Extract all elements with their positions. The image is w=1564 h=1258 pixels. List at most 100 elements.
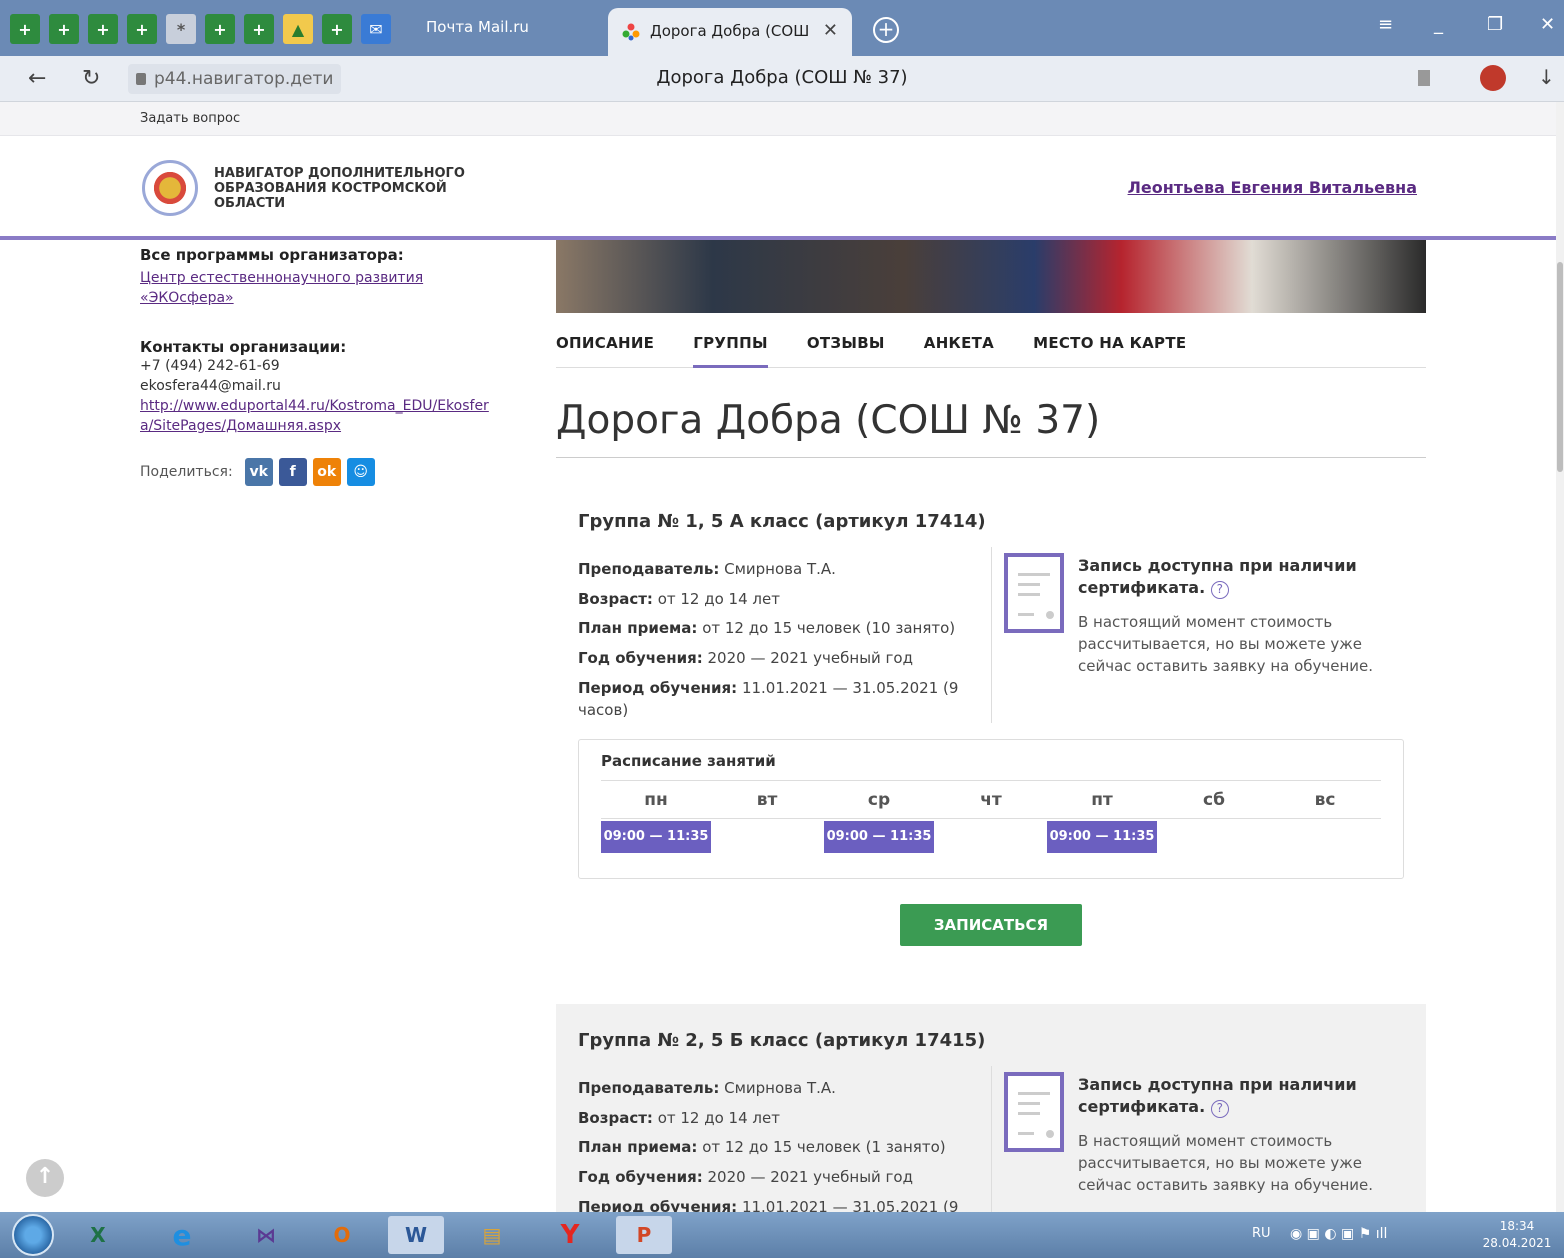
pinned-tab-icon[interactable]: + <box>127 14 157 44</box>
program-tabs: ОПИСАНИЕ ГРУППЫ ОТЗЫВЫ АНКЕТА МЕСТО НА К… <box>556 334 1426 368</box>
day-mon: пн <box>644 790 668 810</box>
os-taskbar: X e ⋈ O W ▤ Y P RU ◉ ▣ ◐ ▣ ⚑ ıll 18:34 2… <box>0 1212 1564 1258</box>
clock[interactable]: 18:34 28.04.2021 <box>1478 1218 1556 1252</box>
teacher-label: Преподаватель: <box>578 1079 720 1097</box>
enroll-button[interactable]: ЗАПИСАТЬСЯ <box>900 904 1082 946</box>
divider <box>601 818 1381 819</box>
programs-heading: Все программы организатора: <box>140 246 404 264</box>
year-value: 2020 — 2021 учебный год <box>707 648 913 667</box>
contact-website-link[interactable]: http://www.eduportal44.ru/Kostroma_EDU/E… <box>140 396 502 436</box>
program-hero-image <box>556 240 1426 313</box>
app-icon[interactable]: ⋈ <box>238 1216 294 1254</box>
clock-time: 18:34 <box>1499 1219 1535 1233</box>
cost-note: В настоящий момент стоимость рассчитывае… <box>1078 1132 1374 1194</box>
tab-description[interactable]: ОПИСАНИЕ <box>556 334 654 368</box>
pinned-tab-icon[interactable]: + <box>88 14 118 44</box>
restore-icon[interactable]: ❐ <box>1487 14 1503 35</box>
age-label: Возраст: <box>578 589 653 608</box>
excel-icon[interactable]: X <box>70 1216 126 1254</box>
pinned-tab-icon[interactable]: + <box>10 14 40 44</box>
age-label: Возраст: <box>578 1108 653 1127</box>
start-button[interactable] <box>12 1214 54 1256</box>
certificate-icon <box>1004 553 1064 633</box>
clock-date: 28.04.2021 <box>1482 1236 1552 1250</box>
site-logo-icon[interactable] <box>142 160 198 216</box>
cost-note: В настоящий момент стоимость рассчитывае… <box>1078 613 1374 675</box>
pinned-tab-icon[interactable]: * <box>166 14 196 44</box>
day-tue: вт <box>756 790 778 810</box>
user-profile-link[interactable]: Леонтьева Евгения Витальевна <box>1128 178 1417 197</box>
help-icon[interactable]: ? <box>1210 1100 1229 1118</box>
tab-active[interactable]: Дорога Добра (СОШ № ✕ <box>608 8 852 56</box>
facebook-share-icon[interactable]: f <box>278 458 307 486</box>
age-value: от 12 до 14 лет <box>657 1108 780 1127</box>
logo-text[interactable]: НАВИГАТОР ДОПОЛНИТЕЛЬНОГО ОБРАЗОВАНИЯ КО… <box>214 166 474 211</box>
mail-icon[interactable]: ✉ <box>361 14 391 44</box>
tab-reviews[interactable]: ОТЗЫВЫ <box>807 334 885 368</box>
share-row: Поделиться: vk f ok ☺ <box>140 458 510 486</box>
plan-label: План приема: <box>578 619 698 637</box>
word-icon[interactable]: W <box>388 1216 444 1254</box>
pinned-tab-icon[interactable]: + <box>205 14 235 44</box>
menu-icon[interactable]: ≡ <box>1378 14 1393 35</box>
year-value: 2020 — 2021 учебный год <box>707 1167 913 1186</box>
mailru-share-icon[interactable]: ☺ <box>346 458 375 486</box>
day-sat: сб <box>1203 790 1225 810</box>
ask-question-link[interactable]: Задать вопрос <box>140 111 240 126</box>
browser-tab-bar: + + + + * + + ▲ + ✉ Почта Mail.ru Дорога… <box>0 0 1564 56</box>
share-label: Поделиться: <box>140 464 233 480</box>
teacher-value: Смирнова Т.А. <box>724 560 836 578</box>
download-icon[interactable]: ↓ <box>1538 65 1555 89</box>
period-label: Период обучения: <box>578 679 738 697</box>
ask-bar: Задать вопрос <box>0 102 1556 136</box>
pinned-tab-icon[interactable]: + <box>49 14 79 44</box>
plan-value: от 12 до 15 человек (10 занято) <box>702 619 956 637</box>
year-label: Год обучения: <box>578 1167 703 1186</box>
day-sun: вс <box>1314 790 1336 810</box>
address-bar: ← ↻ p44.навигатор.дети Дорога Добра (СОШ… <box>0 56 1564 102</box>
new-tab-button[interactable]: + <box>873 17 899 43</box>
page-scrollbar[interactable] <box>1556 102 1564 1212</box>
app-icon[interactable]: O <box>314 1216 370 1254</box>
language-indicator[interactable]: RU <box>1252 1226 1271 1241</box>
schedule-slot: 09:00 — 11:35 <box>824 821 934 853</box>
odnoklassniki-share-icon[interactable]: ok <box>312 458 341 486</box>
tab-map[interactable]: МЕСТО НА КАРТЕ <box>1033 334 1186 368</box>
scrollbar-thumb[interactable] <box>1557 262 1563 472</box>
certificate-icon <box>1004 1072 1064 1152</box>
address-page-title: Дорога Добра (СОШ № 37) <box>656 67 908 88</box>
tray-icons[interactable]: ◉ ▣ ◐ ▣ ⚑ ıll <box>1290 1226 1387 1242</box>
tab-survey[interactable]: АНКЕТА <box>924 334 994 368</box>
vk-share-icon[interactable]: vk <box>244 458 273 486</box>
plan-value: от 12 до 15 человек (1 занято) <box>702 1138 946 1156</box>
pinned-tab-icon[interactable]: + <box>244 14 274 44</box>
minimize-icon[interactable]: _ <box>1434 14 1443 35</box>
powerpoint-icon[interactable]: P <box>616 1216 672 1254</box>
day-fri: пт <box>1091 790 1113 810</box>
group-title: Группа № 2, 5 Б класс (артикул 17415) <box>578 1030 986 1051</box>
pinned-tab-icon[interactable]: + <box>322 14 352 44</box>
site-header: НАВИГАТОР ДОПОЛНИТЕЛЬНОГО ОБРАЗОВАНИЯ КО… <box>0 136 1556 240</box>
schedule-title: Расписание занятий <box>601 752 776 770</box>
certificate-notice: Запись доступна при наличии сертификата.… <box>1078 1074 1378 1118</box>
schedule-box: Расписание занятий пн вт ср чт пт сб вс … <box>578 739 1404 879</box>
explorer-icon[interactable]: ▤ <box>464 1216 520 1254</box>
ie-icon[interactable]: e <box>154 1216 210 1254</box>
extension-icon[interactable] <box>1480 65 1506 91</box>
bookmark-icon[interactable] <box>1418 70 1430 86</box>
certificate-notice: Запись доступна при наличии сертификата.… <box>1078 555 1378 599</box>
tab-groups[interactable]: ГРУППЫ <box>693 334 768 368</box>
drive-icon[interactable]: ▲ <box>283 14 313 44</box>
schedule-slot: 09:00 — 11:35 <box>601 821 711 853</box>
close-window-icon[interactable]: ✕ <box>1540 14 1555 35</box>
organizer-programs-link[interactable]: Центр естественнонаучного развития «ЭКОс… <box>140 268 510 308</box>
yandex-browser-icon[interactable]: Y <box>542 1216 598 1254</box>
tab-mail[interactable]: Почта Mail.ru <box>426 18 529 36</box>
close-tab-icon[interactable]: ✕ <box>823 20 838 41</box>
divider <box>991 547 992 723</box>
divider <box>601 780 1381 781</box>
group-card: Группа № 1, 5 А класс (артикул 17414) Пр… <box>556 485 1426 975</box>
plan-label: План приема: <box>578 1138 698 1156</box>
scroll-up-icon[interactable]: ↑ <box>26 1159 64 1197</box>
help-icon[interactable]: ? <box>1210 581 1229 599</box>
